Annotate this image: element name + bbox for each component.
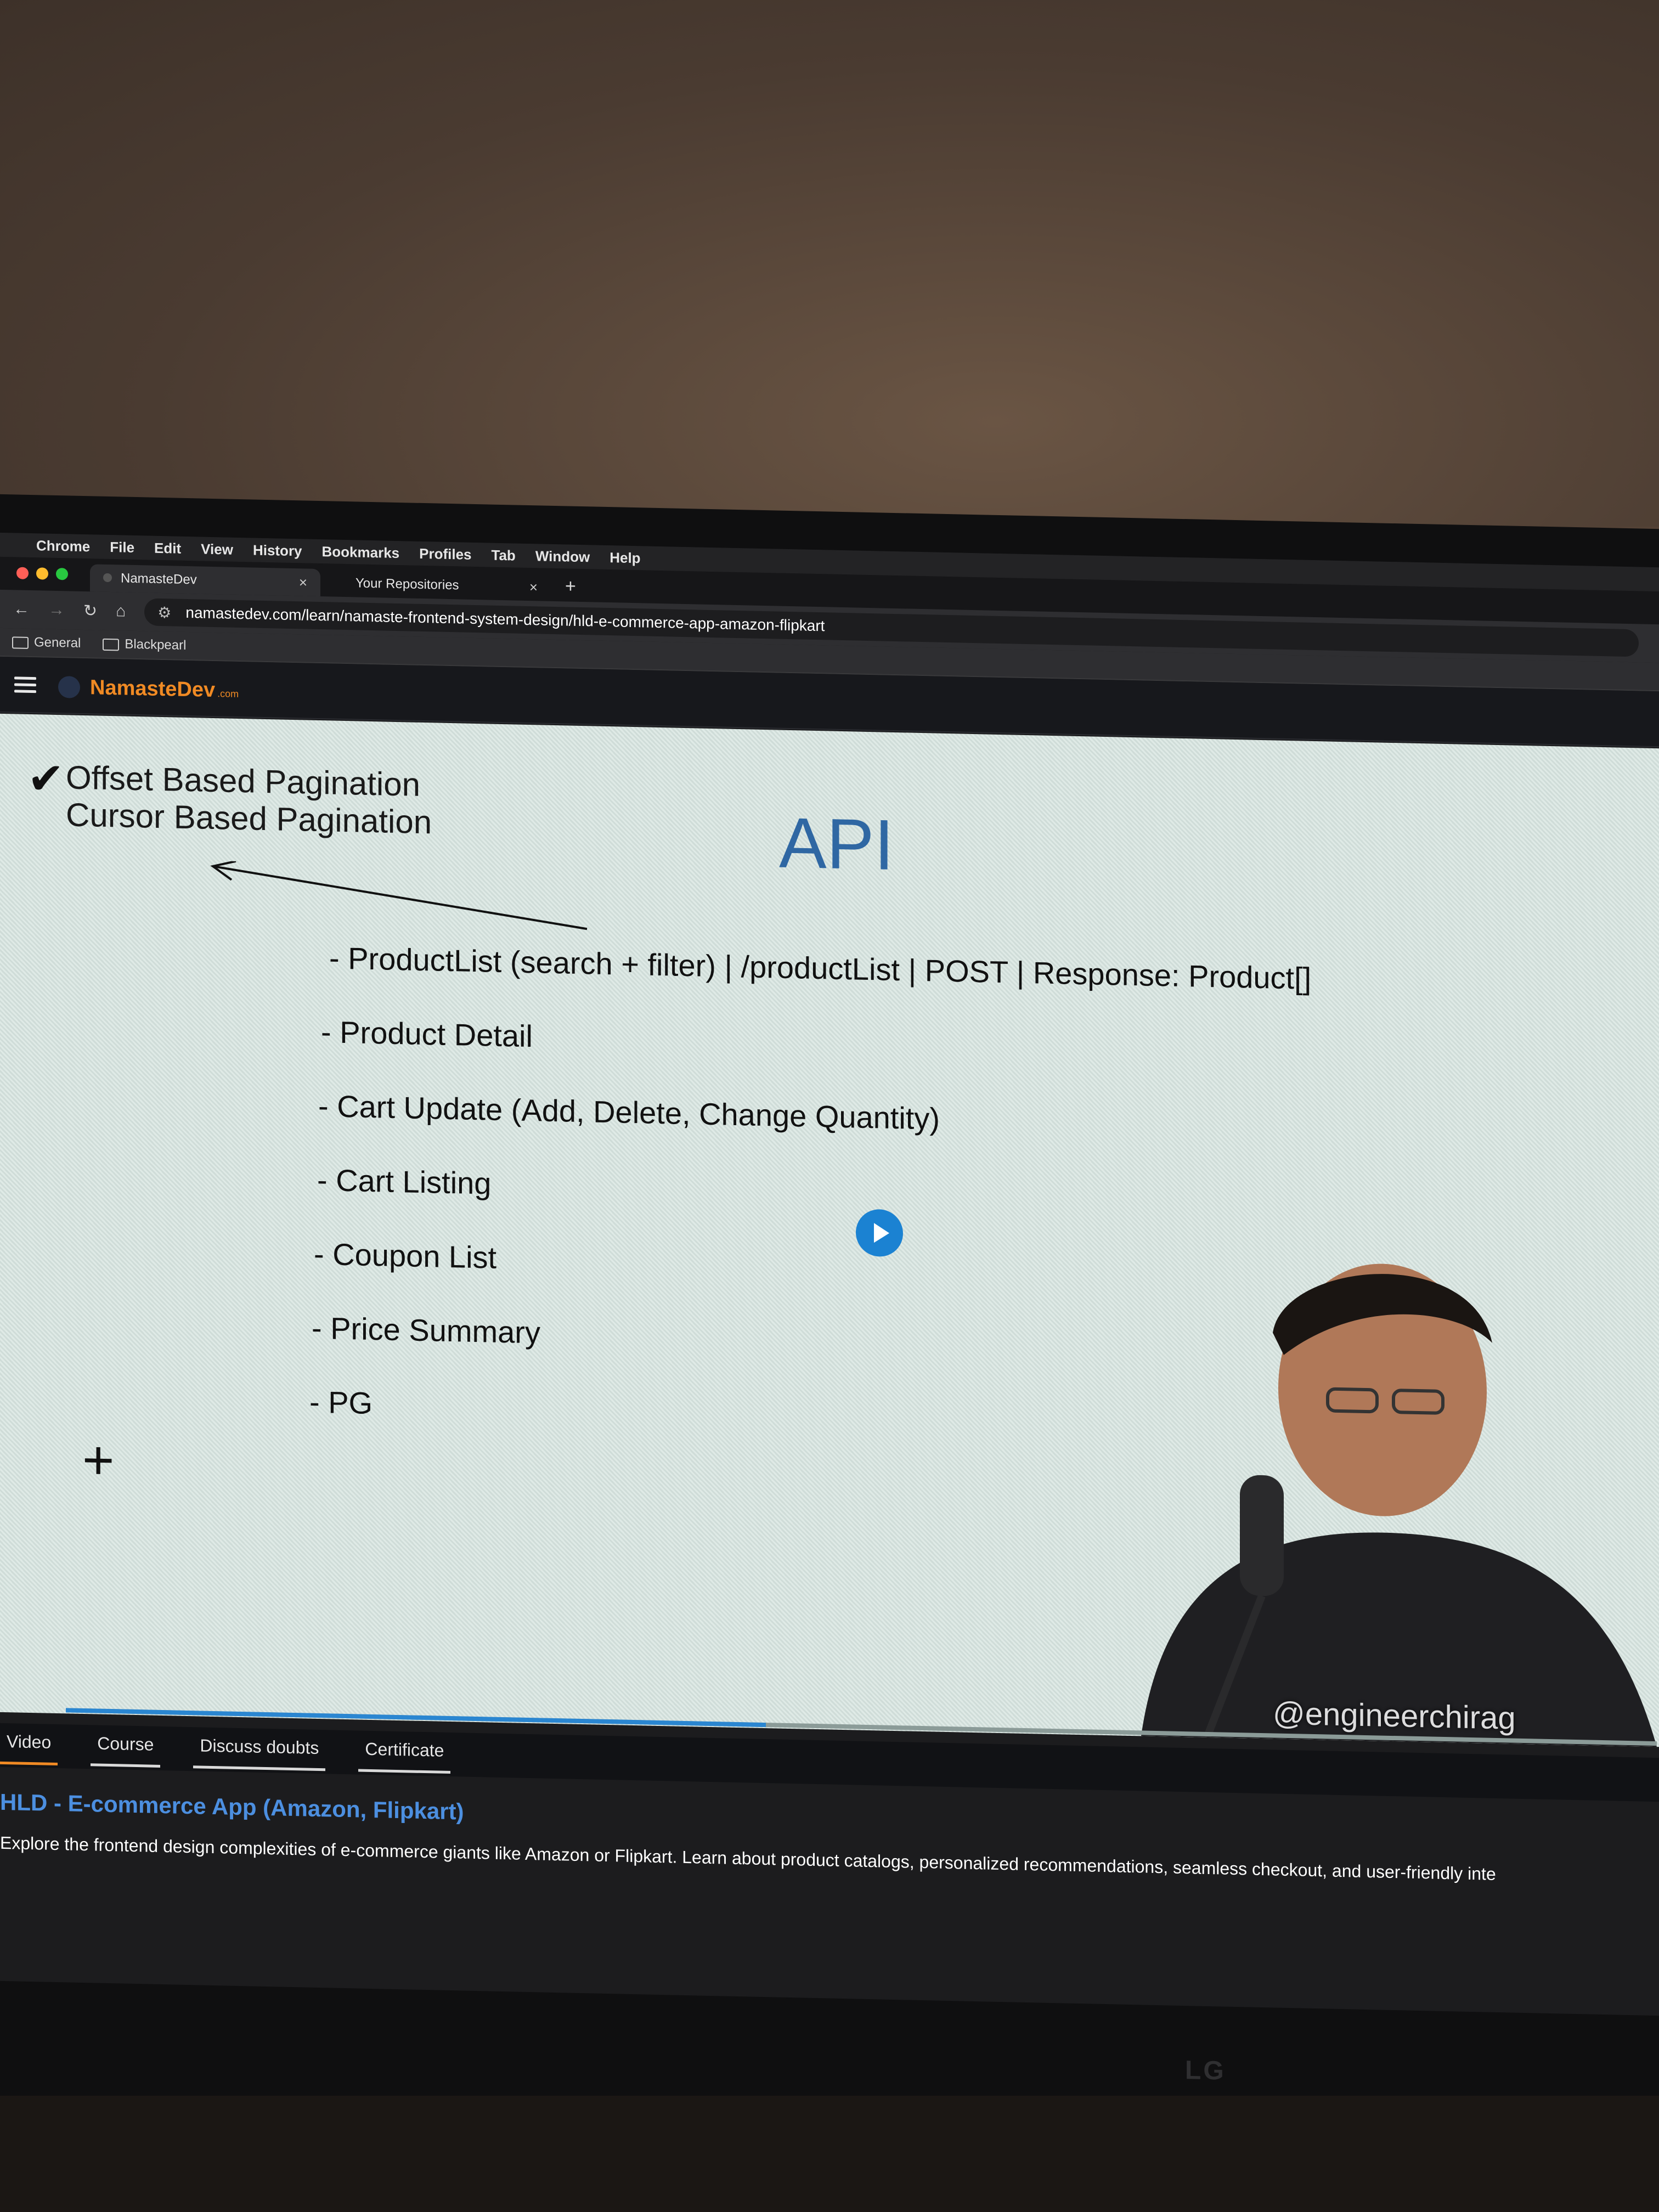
menu-history[interactable]: History <box>253 541 302 560</box>
favicon-icon <box>103 573 112 583</box>
window-controls <box>0 567 90 591</box>
logo-mark-icon <box>58 676 80 698</box>
lesson-description: Explore the frontend design complexities… <box>0 1832 1496 1884</box>
wall-background <box>0 0 1659 527</box>
api-item: - Coupon List <box>314 1236 497 1275</box>
brand-name: NamasteDev <box>90 676 216 702</box>
url-text: namastedev.com/learn/namaste-frontend-sy… <box>185 603 825 635</box>
handwritten-notes: Offset Based Pagination Cursor Based Pag… <box>66 759 432 841</box>
tab-discuss-doubts[interactable]: Discuss doubts <box>193 1730 326 1771</box>
new-tab-icon[interactable]: + <box>551 575 576 602</box>
channel-watermark: @engineerchirag <box>1273 1695 1516 1736</box>
api-item: - ProductList (search + filter) | /produ… <box>329 940 1312 996</box>
back-icon[interactable]: ← <box>13 600 30 619</box>
site-settings-icon[interactable]: ⚙ <box>157 603 171 622</box>
menu-profiles[interactable]: Profiles <box>419 545 471 563</box>
menu-window[interactable]: Window <box>535 548 590 566</box>
screen: Chrome File Edit View History Bookmarks … <box>0 532 1659 2017</box>
api-item: - Cart Listing <box>317 1162 492 1201</box>
tab-namastedev[interactable]: NamasteDev × <box>90 564 320 597</box>
menu-tab[interactable]: Tab <box>492 546 516 564</box>
tab-video[interactable]: Video <box>0 1725 58 1766</box>
reload-icon[interactable]: ↻ <box>83 601 97 621</box>
settings-gear-icon[interactable]: ⚙ <box>1383 1747 1397 1748</box>
note-line: Cursor Based Pagination <box>66 796 432 841</box>
folder-icon <box>12 636 29 649</box>
api-item: - Cart Update (Add, Delete, Change Quant… <box>318 1088 940 1136</box>
tab-course[interactable]: Course <box>91 1728 161 1768</box>
video-player[interactable]: ✔ Offset Based Pagination Cursor Based P… <box>0 713 1659 1748</box>
folder-icon <box>103 638 120 651</box>
slide-title: API <box>779 802 894 885</box>
api-item: - Product Detail <box>321 1014 533 1054</box>
menu-view[interactable]: View <box>201 540 233 558</box>
menu-file[interactable]: File <box>110 539 134 556</box>
menu-chrome[interactable]: Chrome <box>36 537 90 555</box>
menu-bookmarks[interactable]: Bookmarks <box>322 543 400 562</box>
lesson-title: HLD - E-commerce App (Amazon, Flipkart) <box>0 1788 464 1825</box>
brand-tld: .com <box>217 688 239 699</box>
close-tab-icon[interactable]: × <box>299 574 307 591</box>
api-item: - PG <box>309 1384 373 1421</box>
bookmark-label: Blackpearl <box>125 636 187 653</box>
hamburger-menu-icon[interactable] <box>14 673 36 697</box>
plus-cursor-icon: + <box>82 1429 115 1492</box>
home-icon[interactable]: ⌂ <box>116 602 126 620</box>
progress-fill <box>66 1708 766 1728</box>
close-window-button[interactable] <box>16 567 29 579</box>
desk-foreground <box>0 2096 1659 2212</box>
presenter-webcam <box>1141 1263 1657 1747</box>
checkmark-icon: ✔ <box>27 753 65 804</box>
arrow-annotation-icon <box>210 860 588 930</box>
api-item: - Price Summary <box>312 1310 540 1350</box>
bookmark-folder-blackpearl[interactable]: Blackpearl <box>103 636 186 653</box>
monitor: Chrome File Edit View History Bookmarks … <box>0 494 1659 2143</box>
site-logo[interactable]: NamasteDev .com <box>58 672 239 703</box>
player-controls: ⚙ ▭ ▣ <box>1383 1747 1483 1748</box>
tab-title: Your Repositories <box>356 575 459 593</box>
tab-your-repositories[interactable]: Your Repositories × <box>320 569 551 601</box>
monitor-brand-logo: LG <box>1185 2056 1226 2086</box>
tab-title: NamasteDev <box>121 571 197 588</box>
menu-help[interactable]: Help <box>610 549 640 567</box>
forward-icon[interactable]: → <box>48 601 65 620</box>
menu-edit[interactable]: Edit <box>154 539 181 557</box>
bookmark-folder-general[interactable]: General <box>12 634 81 651</box>
minimize-window-button[interactable] <box>36 567 48 580</box>
play-button[interactable] <box>856 1209 903 1257</box>
bookmark-label: General <box>34 635 81 651</box>
close-tab-icon[interactable]: × <box>529 579 538 596</box>
tab-certificate[interactable]: Certificate <box>358 1733 451 1774</box>
zoom-window-button[interactable] <box>56 567 68 580</box>
